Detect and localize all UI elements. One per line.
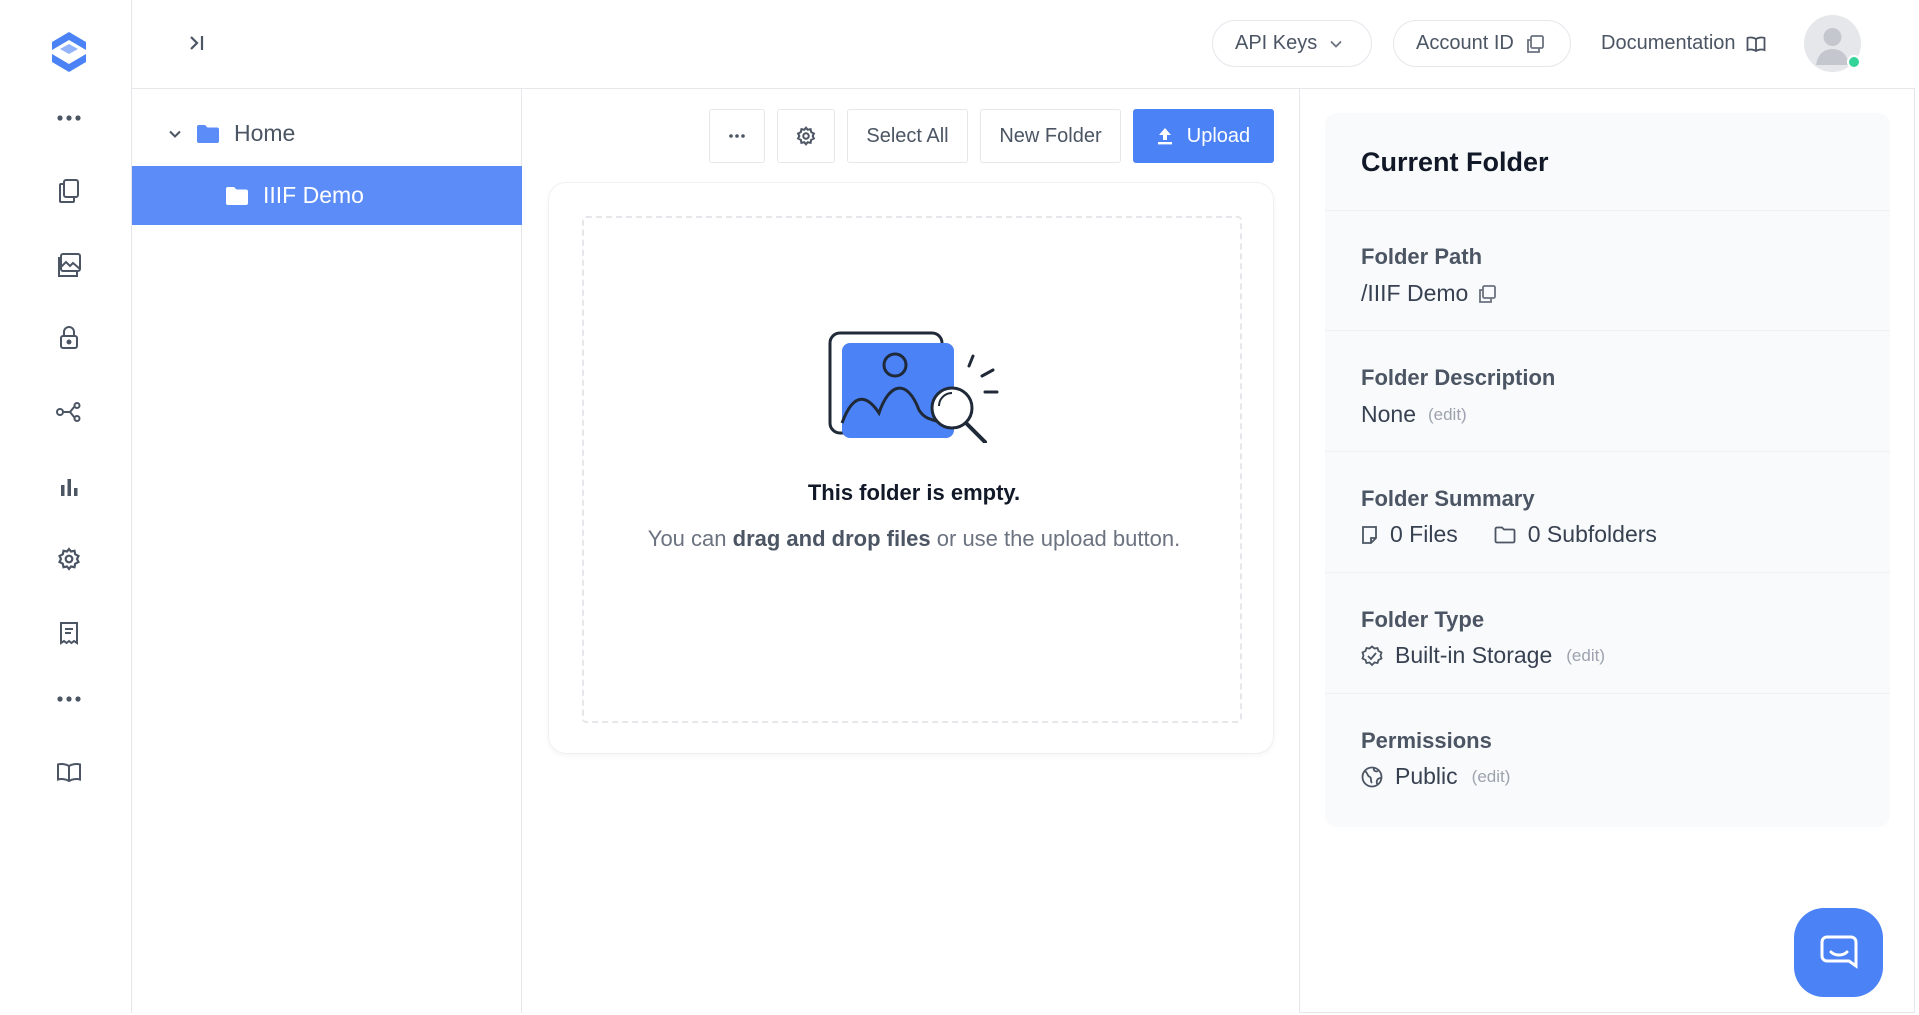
analytics-icon[interactable] <box>5 466 132 506</box>
new-folder-button[interactable]: New Folder <box>980 109 1121 163</box>
file-icon <box>1362 525 1377 544</box>
upload-label: Upload <box>1186 124 1251 147</box>
more-options-button[interactable] <box>709 109 765 163</box>
select-all-button[interactable]: Select All <box>847 109 968 163</box>
globe-icon <box>1361 766 1383 787</box>
divider <box>1325 330 1890 331</box>
folder-icon <box>197 124 219 143</box>
folder-type-value: Built-in Storage (edit) <box>1361 642 1605 669</box>
tree-item-iiif-demo[interactable]: IIIF Demo <box>132 166 522 225</box>
empty-state-title: This folder is empty. <box>807 480 1021 505</box>
divider <box>1325 572 1890 573</box>
images-icon[interactable] <box>5 245 132 285</box>
folder-type-text: Built-in Storage <box>1395 642 1553 668</box>
chat-icon <box>1820 935 1857 969</box>
folder-path-text: /IIIF Demo <box>1361 280 1469 306</box>
edit-type-link[interactable]: (edit) <box>1566 646 1605 666</box>
verified-badge-icon <box>1361 644 1383 666</box>
folder-path-value: /IIIF Demo <box>1361 280 1497 307</box>
file-browser: Select All New Folder Upload This folder… <box>522 89 1300 1013</box>
receipt-icon[interactable] <box>5 613 132 653</box>
files-count: 0 Files <box>1390 521 1458 547</box>
folder-summary-value: 0 Files 0 Subfolders <box>1361 521 1657 548</box>
edit-description-link[interactable]: (edit) <box>1428 405 1467 425</box>
folder-tree: Home IIIF Demo <box>132 89 522 1013</box>
more-icon <box>729 134 745 138</box>
folder-icon <box>1494 526 1516 543</box>
divider <box>1325 210 1890 211</box>
details-heading: Current Folder <box>1361 147 1549 177</box>
settings-icon[interactable] <box>5 539 132 579</box>
folder-description-text: None <box>1361 401 1416 427</box>
account-id-button[interactable]: Account ID <box>1393 20 1571 67</box>
permissions-label: Permissions <box>1361 728 1492 753</box>
left-rail <box>5 0 132 1013</box>
subfolders-count: 0 Subfolders <box>1527 521 1657 547</box>
api-keys-dropdown[interactable]: API Keys <box>1212 20 1372 67</box>
empty-state-emphasis: drag and drop files <box>732 526 931 551</box>
upload-button[interactable]: Upload <box>1133 109 1274 163</box>
folder-description-label: Folder Description <box>1361 365 1556 390</box>
upload-icon <box>1157 128 1172 145</box>
top-bar: API Keys Account ID Documentation <box>132 0 1915 89</box>
copy-icon[interactable] <box>1478 284 1497 303</box>
online-status-dot <box>1847 55 1861 69</box>
expand-sidebar-icon[interactable] <box>182 28 212 58</box>
files-icon[interactable] <box>5 171 132 211</box>
folder-type-label: Folder Type <box>1361 607 1485 632</box>
folder-description-value: None (edit) <box>1361 401 1467 428</box>
api-keys-label: API Keys <box>1235 32 1318 54</box>
drop-zone[interactable]: This folder is empty. You can drag and d… <box>582 216 1242 723</box>
documentation-link[interactable]: Documentation <box>1601 20 1766 67</box>
lock-icon[interactable] <box>5 318 132 358</box>
share-icon[interactable] <box>5 392 132 432</box>
chevron-down-icon[interactable] <box>168 129 182 139</box>
documentation-label: Documentation <box>1601 32 1736 54</box>
more-icon[interactable] <box>5 98 132 138</box>
edit-permissions-link[interactable]: (edit) <box>1472 767 1511 787</box>
folder-details-panel: Current Folder Folder Path /IIIF Demo Fo… <box>1325 113 1890 827</box>
copy-icon <box>1526 34 1544 53</box>
divider <box>1325 451 1890 452</box>
permissions-text: Public <box>1395 763 1458 789</box>
empty-state-text: You can drag and drop files or use the u… <box>647 526 1181 551</box>
book-icon[interactable] <box>5 752 132 792</box>
chevron-down-icon <box>1330 40 1342 48</box>
permissions-value: Public (edit) <box>1361 763 1510 790</box>
folder-path-label: Folder Path <box>1361 244 1483 269</box>
tree-item-home[interactable]: Home <box>132 104 522 163</box>
account-id-label: Account ID <box>1416 32 1514 54</box>
folder-settings-button[interactable] <box>777 109 835 163</box>
tree-item-label: Home <box>234 120 296 146</box>
book-icon <box>1746 36 1765 52</box>
empty-folder-illustration <box>828 331 999 443</box>
drop-card: This folder is empty. You can drag and d… <box>548 182 1274 754</box>
logo-icon[interactable] <box>5 30 132 74</box>
gear-icon <box>796 126 816 146</box>
divider <box>1325 693 1890 694</box>
chat-launcher-button[interactable] <box>1794 908 1883 997</box>
folder-icon <box>226 186 248 205</box>
tree-item-label: IIIF Demo <box>263 182 364 208</box>
more-icon[interactable] <box>5 679 132 719</box>
folder-summary-label: Folder Summary <box>1361 486 1535 511</box>
